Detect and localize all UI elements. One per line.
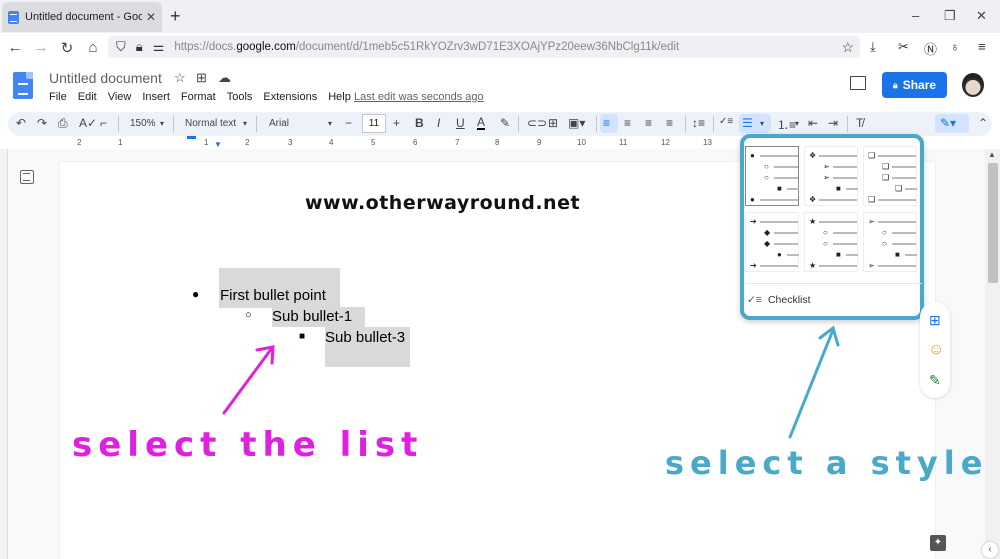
pink-arrow — [222, 345, 275, 415]
annotation-select-list: select the list — [72, 425, 424, 465]
annotation-select-style: select a style — [665, 444, 989, 482]
blue-arrow — [788, 325, 840, 439]
